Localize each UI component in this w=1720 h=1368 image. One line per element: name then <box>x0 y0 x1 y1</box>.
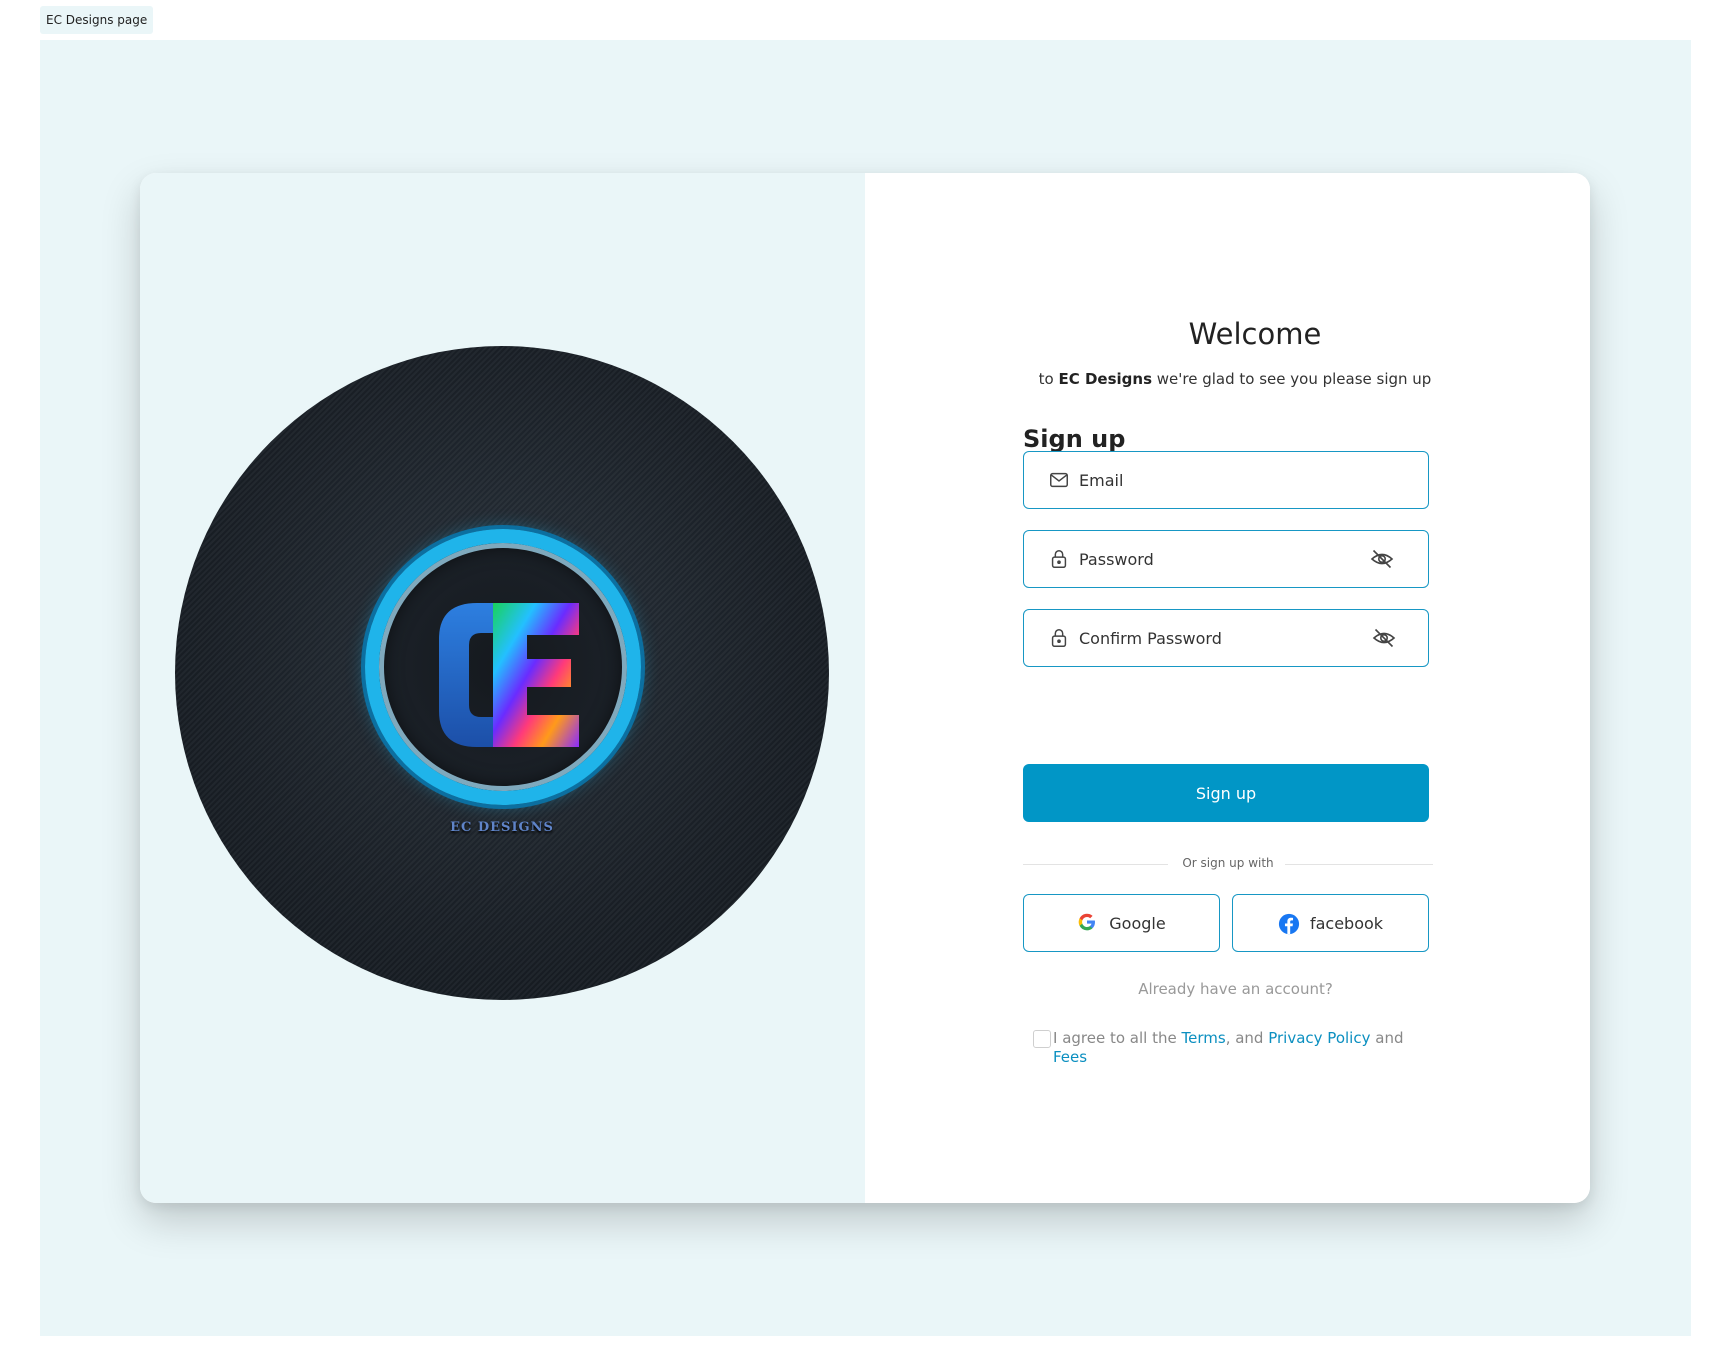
brand-name: EC Designs <box>1058 370 1152 388</box>
mail-icon <box>1048 469 1070 491</box>
confirm-password-field[interactable] <box>1023 609 1429 667</box>
agree-separator: , and <box>1225 1029 1264 1047</box>
terms-link[interactable]: Terms <box>1182 1029 1226 1047</box>
email-field[interactable] <box>1023 451 1429 509</box>
facebook-icon <box>1278 912 1300 935</box>
form-heading: Sign up <box>1023 425 1126 453</box>
agree-prefix: I agree to all the <box>1053 1029 1177 1047</box>
brand-logo: EC DESIGNS <box>175 346 829 1000</box>
eye-off-icon[interactable] <box>1370 547 1394 571</box>
frame-label: EC Designs page <box>40 6 154 34</box>
brand-panel: EC DESIGNS <box>140 173 865 1203</box>
logo-wordmark: EC DESIGNS <box>450 820 554 835</box>
terms-agreement: I agree to all the Terms, and Privacy Po… <box>1033 1029 1433 1067</box>
eye-off-icon[interactable] <box>1372 626 1396 650</box>
google-signup-button[interactable]: Google <box>1023 894 1220 952</box>
logo-ring <box>365 529 641 805</box>
facebook-label: facebook <box>1309 913 1384 933</box>
subtitle-suffix: we're glad to see you please sign up <box>1156 370 1432 388</box>
lock-icon <box>1048 627 1070 649</box>
agree-and: and <box>1375 1029 1404 1047</box>
agree-text: I agree to all the Terms, and Privacy Po… <box>1033 1029 1433 1067</box>
social-divider: Or sign up with <box>1023 854 1433 874</box>
confirm-password-input[interactable] <box>1079 628 1372 648</box>
signup-card: EC DESIGNS Welcome to EC Designs we're g… <box>140 173 1590 1203</box>
privacy-policy-link[interactable]: Privacy Policy <box>1268 1029 1370 1047</box>
subtitle-prefix: to <box>1038 370 1054 388</box>
google-label: Google <box>1109 913 1166 933</box>
divider-line <box>1285 864 1433 865</box>
page-title: Welcome <box>1188 317 1322 351</box>
email-input[interactable] <box>1079 470 1428 490</box>
agree-checkbox[interactable] <box>1033 1030 1051 1048</box>
signup-button[interactable]: Sign up <box>1023 764 1429 822</box>
password-input[interactable] <box>1079 549 1370 569</box>
password-field[interactable] <box>1023 530 1429 588</box>
ec-monogram-icon <box>439 603 579 747</box>
page-canvas: EC DESIGNS Welcome to EC Designs we're g… <box>40 40 1691 1336</box>
google-icon <box>1077 912 1099 934</box>
login-link[interactable]: Already have an account? <box>1023 980 1448 998</box>
divider-text: Or sign up with <box>1182 856 1274 870</box>
form-panel: Welcome to EC Designs we're glad to see … <box>865 173 1590 1203</box>
lock-icon <box>1048 548 1070 570</box>
facebook-signup-button[interactable]: facebook <box>1232 894 1429 952</box>
welcome-subtitle: to EC Designs we're glad to see you plea… <box>1025 370 1445 388</box>
fees-link[interactable]: Fees <box>1053 1048 1087 1066</box>
